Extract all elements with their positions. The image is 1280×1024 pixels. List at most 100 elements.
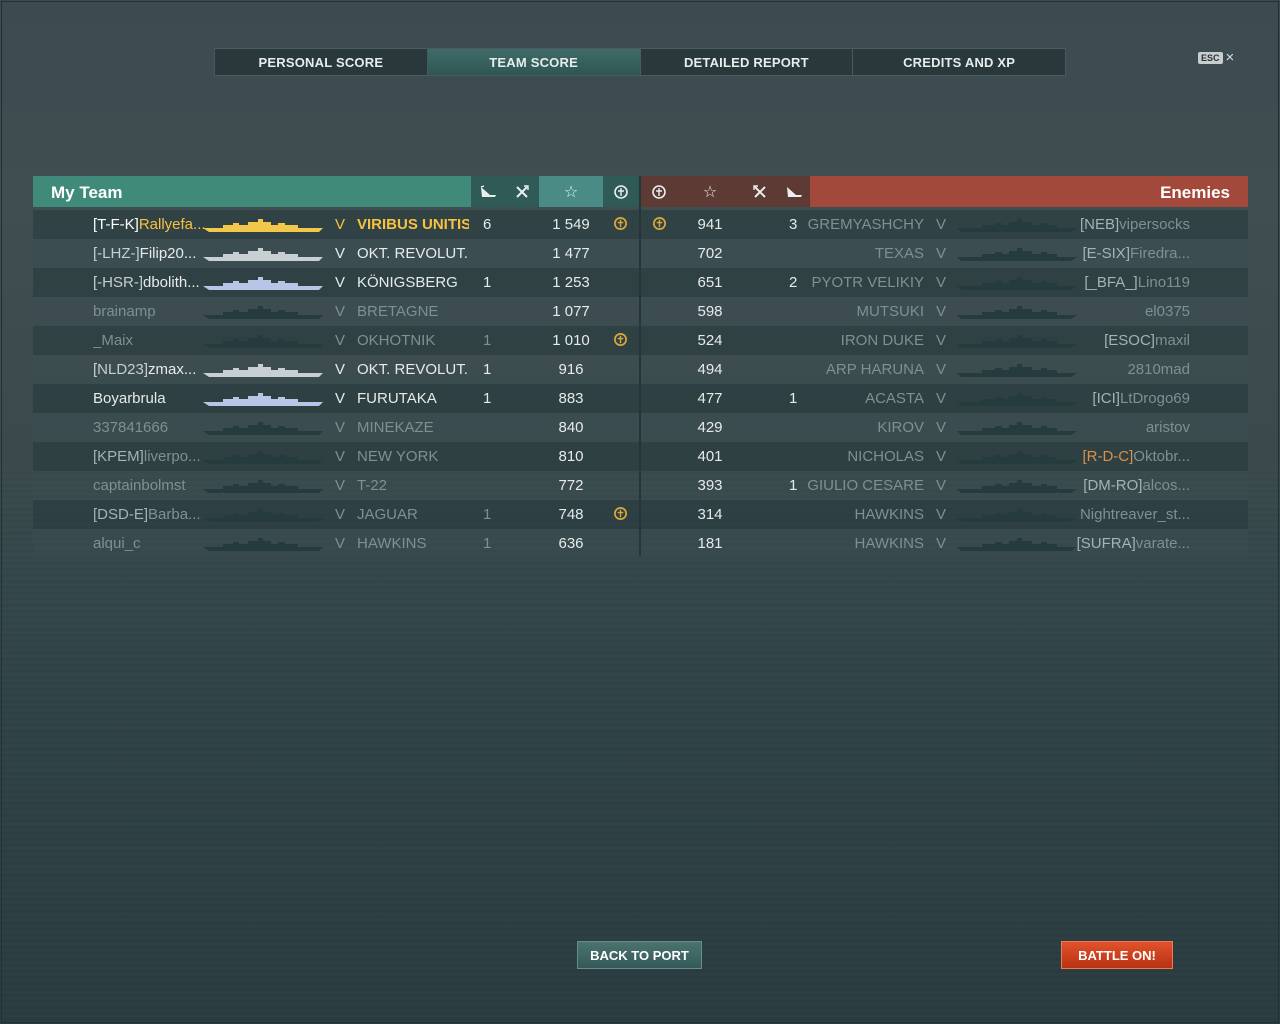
enemy-row[interactable]: 393 1 GIULIO CESARE V [DM-RO]alcos... bbox=[641, 471, 1248, 500]
ship-name: KÖNIGSBERG bbox=[357, 274, 458, 291]
enemy-planes-destroyed-column-icon[interactable] bbox=[743, 176, 777, 207]
ships-sunk-count: 2 bbox=[789, 274, 798, 291]
my-team-row[interactable]: Boyarbrula V FURUTAKA 1 883 bbox=[33, 384, 639, 413]
my-team-row[interactable]: brainamp V BRETAGNE 1 077 bbox=[33, 297, 639, 326]
player-nickname: Firedra... bbox=[1129, 245, 1190, 262]
my-team-row[interactable]: captainbolmst V T-22 772 bbox=[33, 471, 639, 500]
ship-tier: V bbox=[936, 535, 947, 552]
player-clan-tag: [T-F-K] bbox=[93, 216, 139, 233]
ship-tier: V bbox=[936, 361, 947, 378]
enemy-ships-sunk-column-icon[interactable] bbox=[777, 176, 810, 207]
enemy-row[interactable]: 651 2 PYOTR VELIKIY V [_BFA_]Lino119 bbox=[641, 268, 1248, 297]
my-team-row[interactable]: [-HSR-]dbolith... V KÖNIGSBERG 1 1 253 bbox=[33, 268, 639, 297]
ship-silhouette-icon bbox=[203, 392, 323, 410]
my-team-row[interactable]: [KPEM]liverpo... V NEW YORK 810 bbox=[33, 442, 639, 471]
ship-silhouette-icon bbox=[957, 537, 1077, 555]
ship-tier: V bbox=[335, 216, 346, 233]
player-score: 494 bbox=[697, 361, 723, 378]
player-score: 477 bbox=[697, 390, 723, 407]
enemy-medal-column-icon[interactable] bbox=[641, 176, 677, 207]
player-name: [_BFA_]Lino119 bbox=[1061, 274, 1190, 292]
player-clan-tag: [-LHZ-] bbox=[93, 245, 140, 262]
medal-column-icon[interactable] bbox=[603, 176, 639, 207]
enemy-row[interactable]: 181 HAWKINS V [SUFRA]varate... bbox=[641, 529, 1248, 558]
player-name: [T-F-K]Rallyefa... bbox=[93, 216, 205, 234]
player-name: _Maix bbox=[93, 332, 205, 350]
ship-tier: V bbox=[335, 303, 346, 320]
enemy-row[interactable]: 598 MUTSUKI Vel0375 bbox=[641, 297, 1248, 326]
player-nickname: captainbolmst bbox=[93, 477, 186, 494]
tab-personal-score[interactable]: PERSONAL SCORE bbox=[215, 49, 428, 75]
player-name: [DSD-E]Barba... bbox=[93, 506, 205, 524]
ship-tier: V bbox=[335, 274, 346, 291]
enemy-row[interactable]: 314 HAWKINS V Nightreaver_st... bbox=[641, 500, 1248, 529]
ship-tier: V bbox=[335, 332, 346, 349]
planes-destroyed-column-icon[interactable] bbox=[505, 176, 539, 207]
player-score: 181 bbox=[697, 535, 723, 552]
my-team-row[interactable]: _Maix V OKHOTNIK 1 1 010 bbox=[33, 326, 639, 355]
score-column-icon[interactable]: ☆ bbox=[539, 176, 603, 207]
player-name: 337841666 bbox=[93, 419, 205, 437]
ship-name: JAGUAR bbox=[357, 506, 418, 523]
enemy-row[interactable]: 494 ARP HARUNA V 2810mad bbox=[641, 355, 1248, 384]
player-nickname: dbolith... bbox=[143, 274, 200, 291]
ship-tier: V bbox=[335, 506, 346, 523]
player-name: Nightreaver_st... bbox=[1061, 506, 1190, 524]
player-name: [ESOC]maxil bbox=[1061, 332, 1190, 350]
ship-silhouette-icon bbox=[957, 421, 1077, 439]
ship-name: BRETAGNE bbox=[357, 303, 439, 320]
my-team-row[interactable]: [T-F-K]Rallyefa... V VIRIBUS UNITIS 6 1 549 bbox=[33, 210, 639, 239]
my-team-row[interactable]: [DSD-E]Barba... V JAGUAR 1 748 bbox=[33, 500, 639, 529]
player-name: [NEB]vipersocks bbox=[1061, 216, 1190, 234]
ship-tier: V bbox=[936, 303, 947, 320]
enemy-row[interactable]: 429 KIROV Varistov bbox=[641, 413, 1248, 442]
tab-credits-and-xp[interactable]: CREDITS AND XP bbox=[853, 49, 1065, 75]
my-team-row[interactable]: [NLD23]zmax... V OKT. REVOLUT... 1 916 bbox=[33, 355, 639, 384]
ship-silhouette-icon bbox=[957, 450, 1077, 468]
enemy-row[interactable]: 524 IRON DUKE V [ESOC]maxil bbox=[641, 326, 1248, 355]
ship-name: GIULIO CESARE bbox=[807, 477, 924, 494]
player-clan-tag: [NLD23] bbox=[93, 361, 149, 378]
player-score: 393 bbox=[697, 477, 723, 494]
ship-silhouette-icon bbox=[957, 479, 1077, 497]
my-team-row[interactable]: alqui_c V HAWKINS 1 636 bbox=[33, 529, 639, 558]
player-nickname: _Maix bbox=[93, 332, 134, 349]
enemy-row[interactable]: 401 NICHOLAS V [R-D-C]Oktobr... bbox=[641, 442, 1248, 471]
enemy-row[interactable]: 702 TEXAS V [E-SIX]Firedra... bbox=[641, 239, 1248, 268]
my-team-row[interactable]: [-LHZ-]Filip20... V OKT. REVOLUT... 1 477 bbox=[33, 239, 639, 268]
player-score: 772 bbox=[558, 477, 584, 494]
player-nickname: maxil bbox=[1154, 332, 1190, 349]
enemy-score-column-icon[interactable]: ☆ bbox=[677, 176, 743, 207]
ships-sunk-column-icon[interactable] bbox=[471, 176, 505, 207]
ship-name: PYOTR VELIKIY bbox=[811, 274, 924, 291]
tab-team-score[interactable]: TEAM SCORE bbox=[427, 49, 641, 75]
my-team-row[interactable]: 337841666 V MINEKAZE 840 bbox=[33, 413, 639, 442]
player-nickname: liverpo... bbox=[143, 448, 201, 465]
ship-silhouette-icon bbox=[203, 334, 323, 352]
ship-tier: V bbox=[335, 245, 346, 262]
player-clan-tag: [KPEM] bbox=[93, 448, 144, 465]
player-score: 748 bbox=[558, 506, 584, 523]
ships-sunk-count: 1 bbox=[483, 361, 492, 378]
back-to-port-button[interactable]: BACK TO PORT bbox=[577, 941, 702, 969]
player-clan-tag: [DSD-E] bbox=[93, 506, 149, 523]
ship-name: MUTSUKI bbox=[856, 303, 925, 320]
ship-tier: V bbox=[936, 216, 947, 233]
tab-detailed-report[interactable]: DETAILED REPORT bbox=[641, 49, 854, 75]
enemy-row[interactable]: 941 3 GREMYASHCHY V [NEB]vipersocks bbox=[641, 210, 1248, 239]
player-name: brainamp bbox=[93, 303, 205, 321]
player-score: 429 bbox=[697, 419, 723, 436]
player-score: 810 bbox=[558, 448, 584, 465]
player-score: 401 bbox=[697, 448, 723, 465]
player-score: 840 bbox=[558, 419, 584, 436]
enemy-row[interactable]: 477 1 ACASTA V [ICI]LtDrogo69 bbox=[641, 384, 1248, 413]
ship-name: KIROV bbox=[877, 419, 924, 436]
player-clan-tag: [SUFRA] bbox=[1076, 535, 1136, 552]
player-clan-tag: [R-D-C] bbox=[1082, 448, 1134, 465]
close-button[interactable]: ESC × bbox=[1198, 50, 1234, 65]
player-name: captainbolmst bbox=[93, 477, 205, 495]
ship-silhouette-icon bbox=[203, 218, 323, 236]
medal-icon bbox=[613, 332, 628, 352]
player-clan-tag: [ICI] bbox=[1092, 390, 1120, 407]
battle-on-button[interactable]: BATTLE ON! bbox=[1061, 941, 1173, 969]
